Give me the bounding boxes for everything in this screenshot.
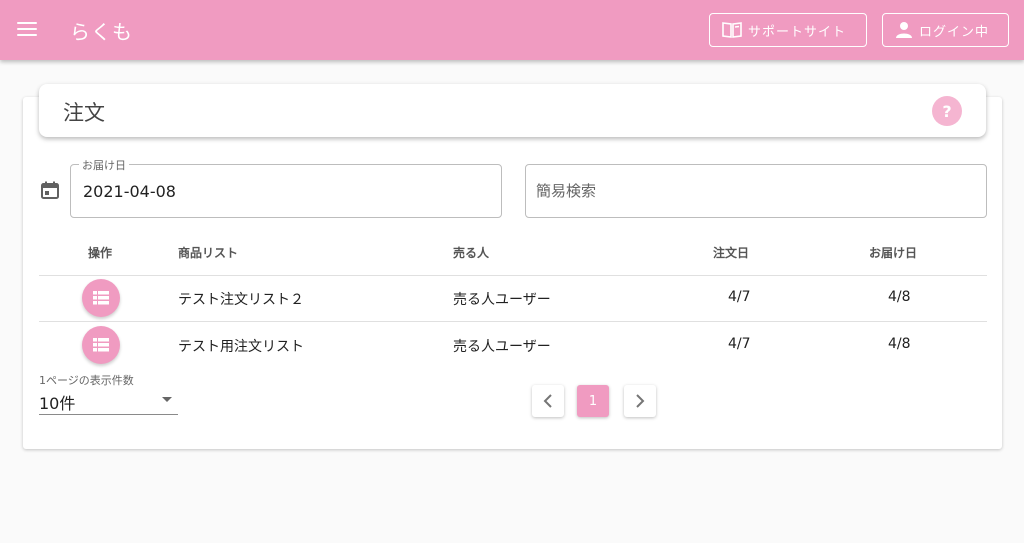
- row-divider: [39, 321, 987, 322]
- cell-seller: 売る人ユーザー: [453, 292, 551, 308]
- column-header-product-list[interactable]: 商品リスト: [178, 244, 238, 261]
- menu-icon[interactable]: [17, 22, 37, 37]
- row-action-button[interactable]: [82, 326, 120, 364]
- book-icon: [722, 22, 742, 38]
- chevron-right-icon: [636, 394, 645, 408]
- pagination-page-button[interactable]: 1: [577, 385, 609, 417]
- cell-order-date: 4/7: [728, 289, 751, 305]
- support-site-button[interactable]: サポートサイト: [709, 13, 867, 47]
- rows-per-page-value: 10件: [39, 394, 76, 413]
- row-action-button[interactable]: [82, 279, 120, 317]
- cell-seller: 売る人ユーザー: [453, 339, 551, 355]
- help-button[interactable]: ?: [932, 96, 962, 126]
- column-header-action: 操作: [88, 246, 113, 260]
- help-icon: ?: [942, 101, 952, 121]
- calendar-icon[interactable]: [40, 180, 60, 200]
- login-status-label: ログイン中: [919, 24, 990, 40]
- page-title: 注文: [63, 101, 105, 125]
- chevron-left-icon: [543, 394, 552, 408]
- rows-per-page-label: 1ページの表示件数: [39, 374, 134, 387]
- column-header-seller[interactable]: 売る人: [453, 244, 489, 261]
- column-header-order-date[interactable]: 注文日: [713, 244, 749, 261]
- quick-search-field[interactable]: [525, 164, 987, 218]
- support-site-label: サポートサイト: [748, 24, 847, 40]
- column-header-delivery-date[interactable]: お届け日: [869, 244, 917, 261]
- person-icon: [896, 22, 912, 38]
- cell-product-list: テスト注文リスト２: [178, 292, 304, 308]
- cell-order-date: 4/7: [728, 336, 751, 352]
- app-title: らくも: [70, 20, 133, 44]
- pagination-next-button[interactable]: [624, 385, 656, 417]
- app-bar: らくも サポートサイト ログイン中: [0, 0, 1024, 60]
- list-icon: [93, 291, 109, 305]
- cell-delivery-date: 4/8: [888, 336, 911, 352]
- dropdown-arrow-icon: [162, 397, 172, 402]
- header-divider: [39, 275, 987, 276]
- rows-per-page-select[interactable]: 10件: [39, 389, 178, 415]
- delivery-date-field[interactable]: お届け日 2021-04-08: [70, 157, 502, 218]
- pagination-prev-button[interactable]: [532, 385, 564, 417]
- page-title-bar: 注文 ?: [39, 84, 986, 137]
- cell-delivery-date: 4/8: [888, 289, 911, 305]
- quick-search-input[interactable]: [536, 179, 966, 203]
- cell-product-list: テスト用注文リスト: [178, 339, 304, 355]
- delivery-date-label: お届け日: [79, 157, 129, 173]
- list-icon: [93, 338, 109, 352]
- login-status-button[interactable]: ログイン中: [882, 13, 1009, 47]
- delivery-date-value: 2021-04-08: [83, 182, 176, 201]
